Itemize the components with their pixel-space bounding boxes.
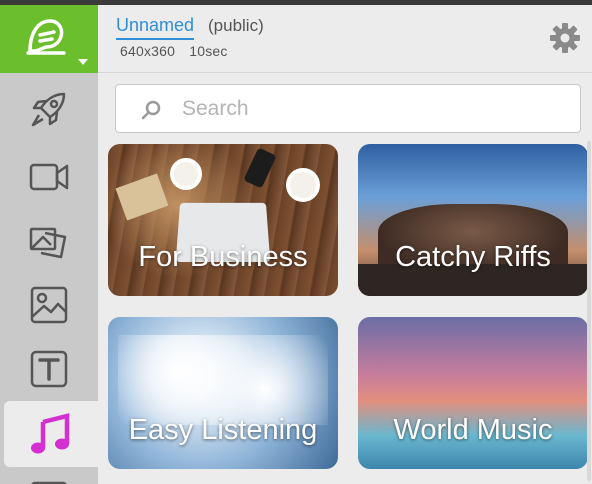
logo-icon xyxy=(26,19,66,55)
project-resolution: 640x360 xyxy=(120,43,176,59)
gear-icon[interactable] xyxy=(548,21,582,55)
project-visibility: (public) xyxy=(208,16,264,35)
sidebar-item-images[interactable] xyxy=(0,275,98,335)
phone-shape xyxy=(243,147,277,189)
rocket-icon xyxy=(31,92,66,127)
transitions-icon xyxy=(29,227,67,259)
coffee-cup-shape xyxy=(170,158,202,190)
text-icon xyxy=(30,350,68,388)
project-name-link[interactable]: Unnamed xyxy=(116,15,195,40)
search-icon xyxy=(141,100,161,120)
search-input[interactable] xyxy=(182,93,562,125)
blossom-shape xyxy=(118,335,328,425)
coffee-cup-shape-2 xyxy=(286,168,320,202)
music-note-icon xyxy=(31,413,70,454)
sidebar-item-templates[interactable] xyxy=(0,79,98,139)
sidebar-item-more[interactable] xyxy=(0,473,98,484)
project-meta: 640x360 10sec xyxy=(120,43,238,59)
project-header: Unnamed (public) 640x360 10sec xyxy=(98,5,592,73)
category-card-catchy-riffs[interactable]: Catchy Riffs xyxy=(358,144,588,296)
sidebar-item-video[interactable] xyxy=(0,147,98,207)
app-logo-menu[interactable] xyxy=(0,5,98,73)
project-duration: 10sec xyxy=(189,43,228,59)
image-icon xyxy=(30,286,68,324)
notebook-shape xyxy=(115,173,169,221)
category-label: Easy Listening xyxy=(128,414,318,446)
sidebar-item-music[interactable] xyxy=(4,401,98,467)
sidebar-item-transitions[interactable] xyxy=(0,211,98,271)
partial-icon xyxy=(31,481,67,484)
category-card-world-music[interactable]: World Music xyxy=(358,317,588,469)
sidebar xyxy=(0,73,98,484)
music-panel: For Business Catchy Riffs Easy Listening… xyxy=(98,73,592,484)
category-card-easy-listening[interactable]: Easy Listening xyxy=(108,317,338,469)
sidebar-item-text[interactable] xyxy=(0,339,98,399)
category-label: For Business xyxy=(138,241,308,273)
category-label: Catchy Riffs xyxy=(395,241,551,273)
scrollbar[interactable] xyxy=(587,141,591,481)
chevron-down-icon xyxy=(78,59,88,65)
category-card-for-business[interactable]: For Business xyxy=(108,144,338,296)
video-camera-icon xyxy=(29,163,69,191)
search-box[interactable] xyxy=(115,84,581,133)
category-label: World Music xyxy=(393,414,553,446)
